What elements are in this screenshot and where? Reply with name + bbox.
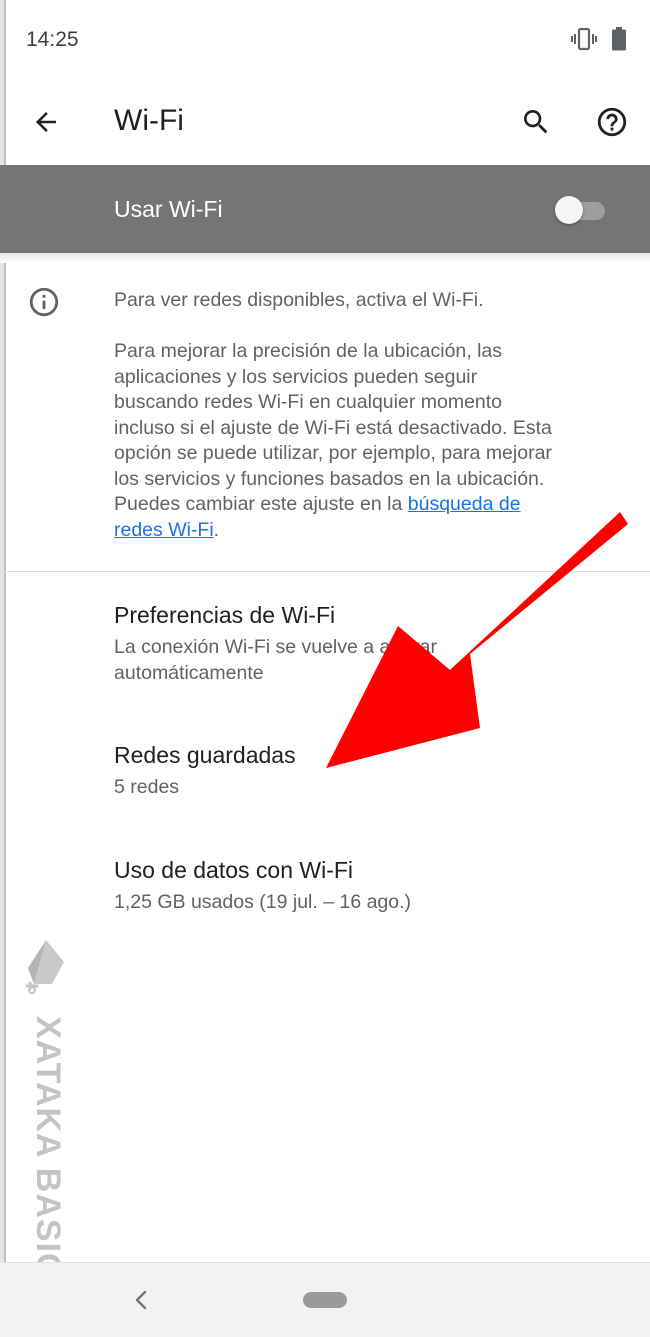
search-icon (524, 110, 548, 134)
search-button[interactable] (512, 98, 560, 146)
info-line-suffix: . (213, 518, 220, 541)
info-line: Puedes cambiar este ajuste en la búsqued… (114, 492, 624, 518)
wifi-data-usage-summary: 1,25 GB usados (19 jul. – 16 ago.) (114, 891, 412, 913)
vibrate-icon (571, 27, 597, 51)
use-wifi-switch-bar[interactable]: Usar Wi-Fi (0, 165, 650, 253)
list-item-wifi-data-usage[interactable]: Uso de datos con Wi-Fi 1,25 GB usados (1… (0, 845, 650, 935)
info-line: los servicios y funciones basados en la … (114, 467, 545, 490)
saved-networks-title: Redes guardadas (114, 742, 296, 768)
wifi-preferences-summary: La conexión Wi-Fi se vuelve a activar au… (114, 634, 437, 686)
list-item-saved-networks[interactable]: Redes guardadas 5 redes (0, 730, 650, 820)
wifi-preferences-title: Preferencias de Wi-Fi (114, 602, 336, 628)
info-line: redes Wi-Fi. (114, 518, 624, 544)
info-line: buscando redes Wi-Fi en cualquier moment… (114, 391, 503, 413)
info-line-prefix: Puedes cambiar este ajuste en la (114, 493, 408, 515)
info-line: aplicaciones y los servicios pueden segu… (114, 365, 478, 388)
use-wifi-toggle[interactable] (553, 195, 609, 225)
wifi-off-message: Para ver redes disponibles, activa el Wi… (114, 289, 484, 311)
toggle-thumb (555, 196, 583, 224)
page-title: Wi-Fi (114, 104, 184, 137)
navigation-bar (0, 1262, 650, 1337)
info-icon (29, 287, 59, 317)
back-arrow-icon (36, 112, 56, 132)
summary-line: automáticamente (114, 662, 264, 684)
switch-bar-shadow (0, 253, 650, 263)
location-scanning-message: Para mejorar la precisión de la ubicació… (114, 339, 624, 543)
use-wifi-label: Usar Wi-Fi (114, 196, 223, 222)
app-bar: Wi-Fi (0, 80, 650, 165)
info-line: opción se puede utilizar, por ejemplo, p… (114, 442, 552, 464)
battery-icon (612, 27, 626, 51)
wifi-scanning-link[interactable]: búsqueda de (408, 493, 521, 515)
wifi-scanning-link-cont[interactable]: redes Wi-Fi (114, 519, 214, 541)
back-button[interactable] (22, 98, 70, 146)
summary-line: La conexión Wi-Fi se vuelve a activar (114, 636, 437, 658)
help-icon (597, 107, 627, 137)
section-divider (0, 571, 650, 572)
nav-back-icon[interactable] (128, 1285, 154, 1315)
info-line: incluso si el ajuste de Wi-Fi está desac… (114, 416, 552, 439)
saved-networks-summary: 5 redes (114, 776, 180, 798)
status-time: 14:25 (26, 28, 79, 51)
watermark-logo (26, 940, 64, 994)
list-item-wifi-preferences[interactable]: Preferencias de Wi-Fi La conexión Wi-Fi … (0, 590, 650, 700)
help-button[interactable] (588, 98, 636, 146)
status-bar: 14:25 (0, 0, 650, 80)
home-pill[interactable] (303, 1292, 347, 1308)
info-line: Para mejorar la precisión de la ubicació… (114, 340, 503, 362)
wifi-data-usage-title: Uso de datos con Wi-Fi (114, 857, 354, 883)
watermark-text: XATAKA BASICS (29, 1016, 67, 1303)
